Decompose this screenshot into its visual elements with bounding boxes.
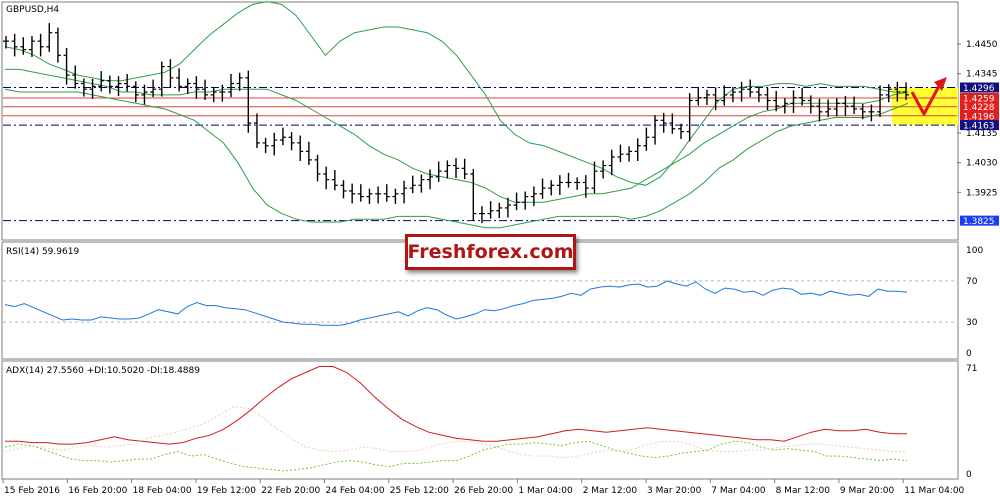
adx-panel-frame [1, 360, 959, 480]
time-axis-label: 8 Mar 12:00 [776, 486, 831, 496]
adx-axis-label: 0 [966, 470, 972, 480]
time-axis-label: 18 Feb 04:00 [133, 486, 192, 496]
adx-panel-title: ADX(14) 27.5560 +DI:10.5020 -DI:18.4889 [6, 366, 200, 376]
time-axis-label: 25 Feb 12:00 [390, 486, 449, 496]
rsi-axis-label: 100 [966, 246, 983, 256]
price-tag-label: 1.4296 [963, 84, 995, 94]
time-axis-label: 2 Mar 12:00 [583, 486, 638, 496]
price-tag-label: 1.3825 [963, 217, 995, 227]
time-axis-label: 24 Feb 04:00 [326, 486, 385, 496]
adx-axis-label: 71 [966, 364, 977, 374]
time-axis-label: 1 Mar 04:00 [518, 486, 573, 496]
time-axis-label: 7 Mar 04:00 [711, 486, 766, 496]
price-axis-label: 1.3925 [966, 188, 998, 198]
time-axis-label: 15 Feb 2016 [4, 486, 60, 496]
time-axis-label: 26 Feb 20:00 [454, 486, 513, 496]
adx-axis: 71 0 [966, 364, 977, 480]
time-axis: 15 Feb 2016 16 Feb 20:00 18 Feb 04:00 19 Fe… [2, 479, 965, 496]
time-axis-label: 22 Feb 20:00 [261, 486, 320, 496]
rsi-axis: 100 70 30 0 [966, 246, 983, 359]
price-axis-label: 1.4345 [966, 70, 998, 80]
price-axis-label: 1.4450 [966, 40, 998, 50]
rsi-panel-title: RSI(14) 59.9619 [6, 247, 79, 257]
watermark-text: Freshforex.com [407, 241, 574, 263]
price-axis-label: 1.4030 [966, 159, 998, 169]
time-axis-label: 9 Mar 20:00 [840, 486, 895, 496]
rsi-axis-label: 0 [966, 349, 972, 359]
time-axis-label: 19 Feb 12:00 [197, 486, 256, 496]
price-panel-title: GBPUSD,H4 [6, 5, 59, 15]
rsi-axis-label: 30 [966, 318, 978, 328]
rsi-axis-label: 70 [966, 277, 978, 287]
price-tags: 1.42961.42591.42281.41961.41631.3825 [960, 82, 999, 227]
time-axis-label: 3 Mar 20:00 [647, 486, 702, 496]
time-axis-label: 11 Mar 04:00 [904, 486, 964, 496]
time-axis-label: 16 Feb 20:00 [68, 486, 127, 496]
price-tag-label: 1.4163 [963, 122, 995, 132]
watermark-box: Freshforex.com [405, 234, 576, 270]
